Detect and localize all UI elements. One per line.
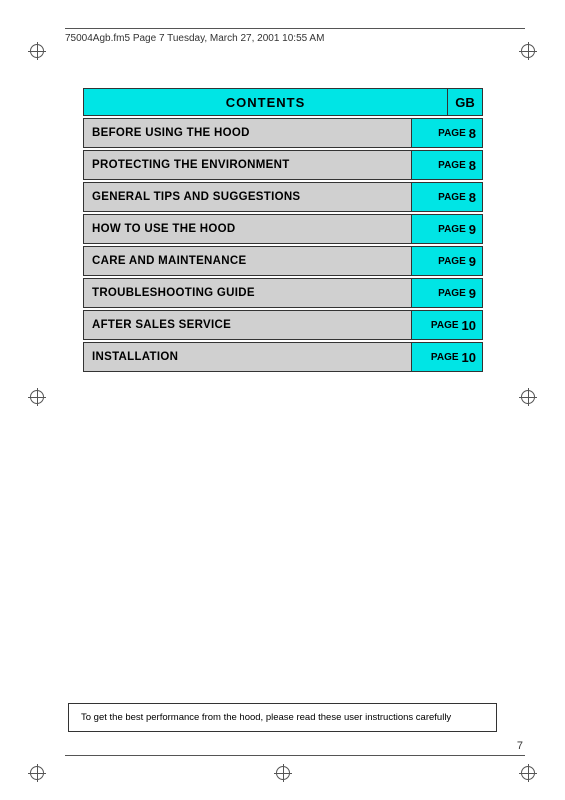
contents-title-cell: CONTENTS — [83, 88, 447, 116]
header-filename: 75004Agb.fm5 Page 7 Tuesday, March 27, 2… — [65, 33, 324, 44]
header-bar: 75004Agb.fm5 Page 7 Tuesday, March 27, 2… — [65, 28, 525, 44]
crosshair-bottom-center — [274, 764, 292, 782]
contents-gb-cell: GB — [447, 88, 483, 116]
toc-row-page-num: 8 — [469, 190, 476, 205]
toc-row-page: PAGE8 — [411, 150, 483, 180]
crosshair-top-right — [519, 42, 537, 60]
toc-row-label: TROUBLESHOOTING GUIDE — [83, 278, 411, 308]
toc-row-page-num: 8 — [469, 126, 476, 141]
crosshair-top-left — [28, 42, 46, 60]
toc-row-label: CARE AND MAINTENANCE — [83, 246, 411, 276]
contents-title: CONTENTS — [226, 95, 306, 110]
contents-gb-label: GB — [455, 95, 475, 110]
toc-row-page: PAGE8 — [411, 118, 483, 148]
toc-row-page-num: 10 — [462, 350, 476, 365]
toc-row-label-text: TROUBLESHOOTING GUIDE — [92, 287, 255, 299]
toc-row-label-text: PROTECTING THE ENVIRONMENT — [92, 159, 290, 171]
toc-row-label: BEFORE USING THE HOOD — [83, 118, 411, 148]
toc-row-page-word: PAGE — [438, 256, 466, 267]
page-number: 7 — [517, 740, 523, 752]
toc-row-page: PAGE10 — [411, 310, 483, 340]
toc-row-page: PAGE9 — [411, 214, 483, 244]
toc-row-page-word: PAGE — [438, 128, 466, 139]
toc-row-page: PAGE10 — [411, 342, 483, 372]
toc-row-label-text: HOW TO USE THE HOOD — [92, 223, 236, 235]
toc-row: GENERAL TIPS AND SUGGESTIONS PAGE8 — [83, 182, 483, 212]
toc-row-page-num: 9 — [469, 254, 476, 269]
toc-row-label-text: GENERAL TIPS AND SUGGESTIONS — [92, 191, 300, 203]
toc-row-label: INSTALLATION — [83, 342, 411, 372]
page: 75004Agb.fm5 Page 7 Tuesday, March 27, 2… — [0, 0, 565, 800]
toc-row-page-num: 8 — [469, 158, 476, 173]
toc-row-page-word: PAGE — [431, 320, 459, 331]
toc-row: TROUBLESHOOTING GUIDE PAGE9 — [83, 278, 483, 308]
toc-row-label-text: INSTALLATION — [92, 351, 178, 363]
toc-row: INSTALLATION PAGE10 — [83, 342, 483, 372]
toc-row: HOW TO USE THE HOOD PAGE9 — [83, 214, 483, 244]
toc-row-page: PAGE9 — [411, 278, 483, 308]
toc-row-page-word: PAGE — [438, 160, 466, 171]
toc-row-page-word: PAGE — [431, 352, 459, 363]
toc-row: CARE AND MAINTENANCE PAGE9 — [83, 246, 483, 276]
crosshair-bottom-right — [519, 764, 537, 782]
toc-row-page-word: PAGE — [438, 224, 466, 235]
toc-row-page: PAGE8 — [411, 182, 483, 212]
toc-row-label: AFTER SALES SERVICE — [83, 310, 411, 340]
toc-row-label: GENERAL TIPS AND SUGGESTIONS — [83, 182, 411, 212]
toc-row-label-text: AFTER SALES SERVICE — [92, 319, 231, 331]
toc-row-page: PAGE9 — [411, 246, 483, 276]
toc-row-page-num: 9 — [469, 286, 476, 301]
footer-note: To get the best performance from the hoo… — [68, 703, 497, 732]
toc-row-page-num: 9 — [469, 222, 476, 237]
toc-row-label: HOW TO USE THE HOOD — [83, 214, 411, 244]
crosshair-mid-left — [28, 388, 46, 406]
toc-row: PROTECTING THE ENVIRONMENT PAGE8 — [83, 150, 483, 180]
toc-row-label-text: CARE AND MAINTENANCE — [92, 255, 246, 267]
toc-row: BEFORE USING THE HOOD PAGE8 — [83, 118, 483, 148]
contents-header: CONTENTS GB — [83, 88, 483, 116]
toc-row-page-word: PAGE — [438, 288, 466, 299]
content-area: CONTENTS GB BEFORE USING THE HOODPAGE8PR… — [83, 88, 483, 374]
toc-row-page-num: 10 — [462, 318, 476, 333]
toc-row-label-text: BEFORE USING THE HOOD — [92, 127, 250, 139]
bottom-line — [65, 755, 525, 756]
toc-row-page-word: PAGE — [438, 192, 466, 203]
toc-row: AFTER SALES SERVICE PAGE10 — [83, 310, 483, 340]
crosshair-bottom-left — [28, 764, 46, 782]
toc-container: BEFORE USING THE HOODPAGE8PROTECTING THE… — [83, 118, 483, 372]
footer-note-text: To get the best performance from the hoo… — [81, 712, 451, 723]
crosshair-mid-right — [519, 388, 537, 406]
toc-row-label: PROTECTING THE ENVIRONMENT — [83, 150, 411, 180]
